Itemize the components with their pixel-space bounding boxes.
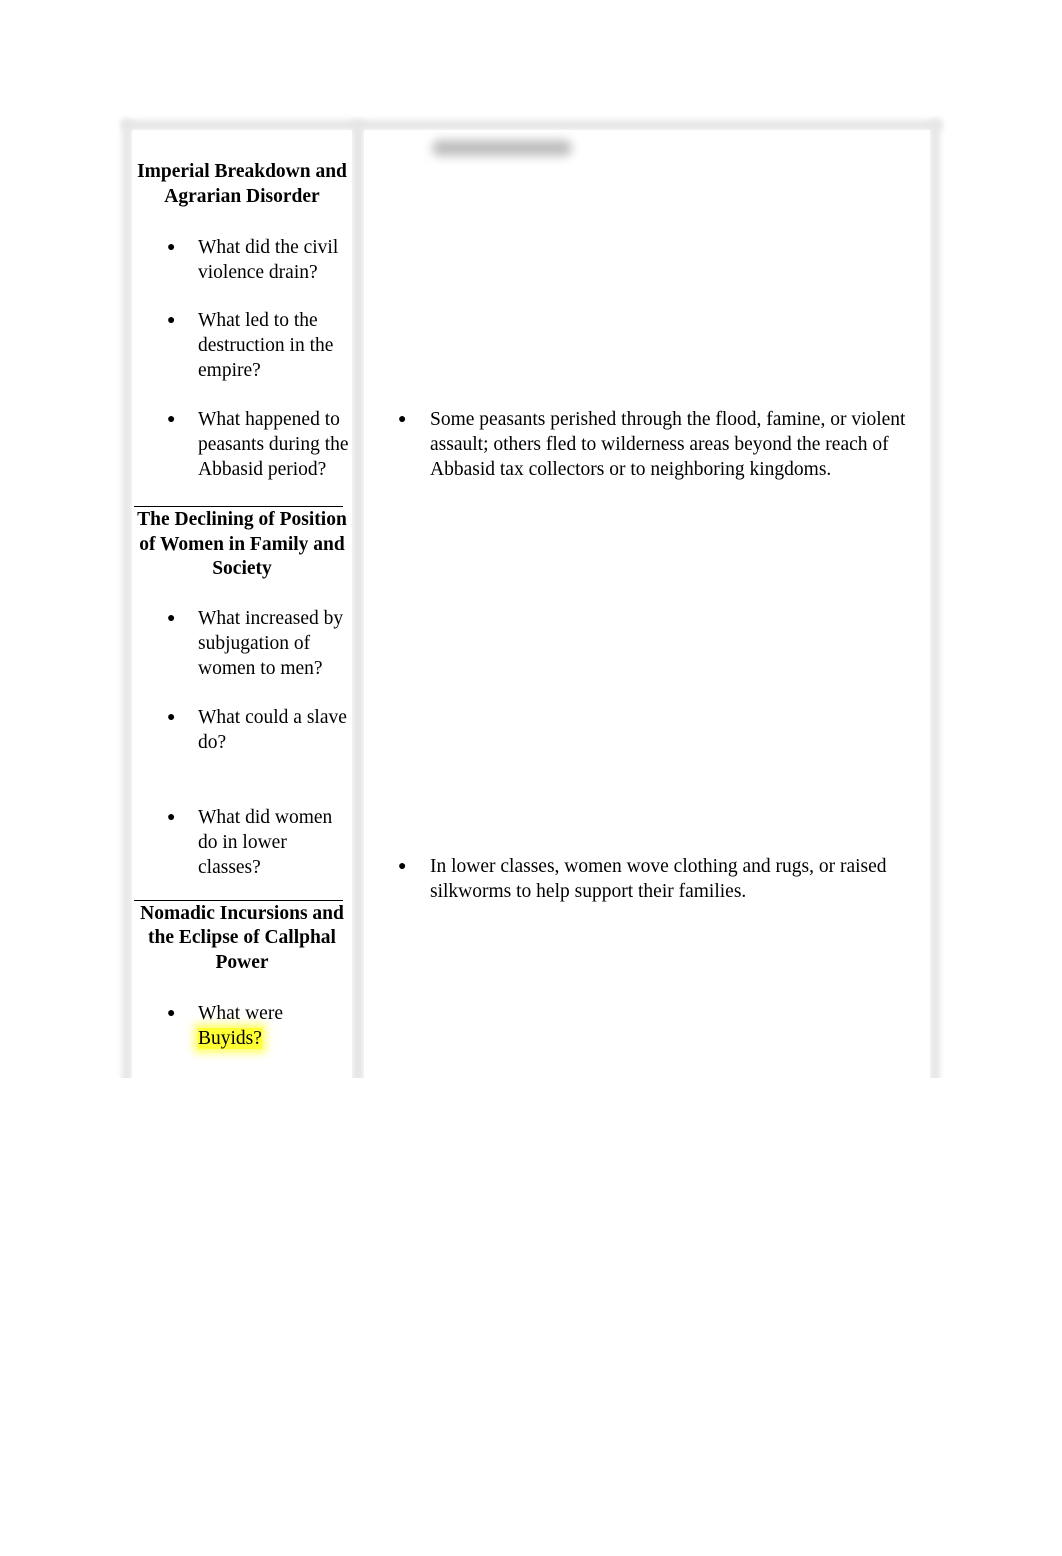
question-item: ● What did the civil violence drain? <box>167 237 339 283</box>
answer-item: ● In lower classes, women wove clothing … <box>398 856 887 902</box>
bullet-icon: ● <box>167 412 176 427</box>
bullet-icon: ● <box>167 809 176 825</box>
obscured-text <box>432 140 572 156</box>
question-item: ● What increased by subjugation of women… <box>167 607 344 679</box>
question-item: ● What could a slave do? <box>167 706 347 753</box>
question-item: ● What were Buyids? <box>167 1003 283 1049</box>
section-title: Imperial Breakdown and Agrarian Disorder <box>137 161 347 207</box>
bullet-icon: ● <box>167 240 176 255</box>
bullet-icon: ● <box>398 859 407 874</box>
table-border-top <box>122 120 942 130</box>
notes-table: Imperial Breakdown and Agrarian Disorder… <box>110 110 955 1078</box>
highlighted-term: Buyids? <box>198 1028 262 1049</box>
table-border-right <box>930 120 940 1078</box>
question-list: ● What increased by subjugation of women… <box>134 606 350 880</box>
answers-column <box>364 130 930 1078</box>
section-title: The Declining of Position of Women in Fa… <box>137 509 347 579</box>
bullet-icon: ● <box>167 313 176 328</box>
table-border-left <box>122 120 132 1078</box>
question-item: ● What happened to peasants during the A… <box>167 409 349 480</box>
document-page: Imperial Breakdown and Agrarian Disorder… <box>0 0 1062 1556</box>
question-list: ● What were Buyids? <box>134 1001 350 1051</box>
column-divider <box>352 120 364 1078</box>
section-title: Nomadic Incursions and the Eclipse of Ca… <box>140 902 344 973</box>
questions-content: Imperial Breakdown and Agrarian Disorder… <box>134 160 350 1051</box>
question-list: ● What did the civil violence drain? ● W… <box>134 235 350 482</box>
answer-item: ● Some peasants perished through the flo… <box>398 409 906 480</box>
bullet-icon: ● <box>167 1006 176 1021</box>
bullet-icon: ● <box>167 709 176 725</box>
bullet-icon: ● <box>167 610 176 626</box>
question-item: ● What led to the destruction in the emp… <box>167 310 334 381</box>
question-item: ● What did women do in lower classes? <box>167 806 333 878</box>
section-divider <box>134 899 343 901</box>
bullet-icon: ● <box>398 412 407 427</box>
section-divider <box>134 506 343 507</box>
